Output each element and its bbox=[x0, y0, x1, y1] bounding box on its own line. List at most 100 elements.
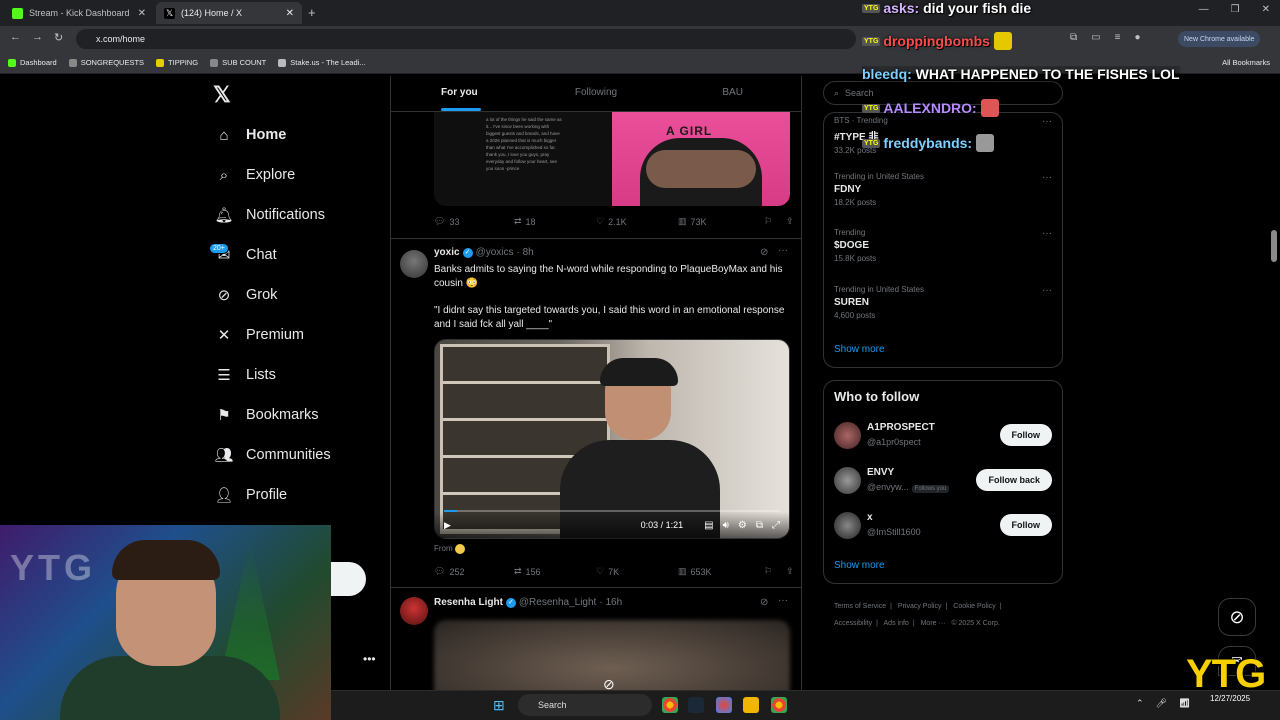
forward-icon[interactable]: → bbox=[32, 31, 43, 43]
more-icon[interactable]: ··· bbox=[1042, 172, 1052, 183]
trend-item[interactable]: Trending in United States SUREN 4,600 po… bbox=[834, 285, 1054, 320]
bookmark-stake[interactable]: Stake.us - The Leadi... bbox=[278, 58, 366, 67]
nav-lists[interactable]: ☰ Lists bbox=[212, 355, 276, 395]
taskbar-search[interactable]: Search bbox=[518, 694, 652, 716]
close-window-icon[interactable]: ✕ bbox=[1262, 4, 1270, 15]
volume-icon[interactable]: 🔊︎ bbox=[723, 520, 729, 531]
nav-profile[interactable]: 👤︎ Profile bbox=[212, 475, 287, 515]
repost-button[interactable]: ⇄ 18 bbox=[514, 216, 596, 227]
fullscreen-icon[interactable]: ⤢ bbox=[772, 520, 780, 531]
follow-suggestion[interactable]: x @ImStill1600 Follow bbox=[834, 510, 1054, 546]
follow-suggestion[interactable]: A1PROSPECT @a1pr0spect Follow bbox=[834, 420, 1054, 456]
avatar[interactable] bbox=[834, 467, 861, 494]
close-icon[interactable]: ✕ bbox=[138, 8, 146, 19]
tabsearch-icon[interactable]: ≡ bbox=[1115, 32, 1121, 43]
steam-icon[interactable] bbox=[688, 697, 704, 713]
footer-link[interactable]: Privacy Policy bbox=[898, 603, 942, 610]
footer-link[interactable]: Terms of Service bbox=[834, 603, 886, 610]
reload-icon[interactable]: ↻ bbox=[54, 31, 63, 44]
pip-icon[interactable]: ⧉ bbox=[756, 520, 763, 531]
follow-button[interactable]: Follow bbox=[999, 514, 1052, 536]
share-icon[interactable]: ⇪ bbox=[786, 566, 794, 577]
avatar[interactable] bbox=[834, 512, 861, 539]
new-tab-button[interactable]: + bbox=[308, 5, 316, 20]
avatar[interactable] bbox=[834, 422, 861, 449]
footer-link[interactable]: Cookie Policy bbox=[953, 603, 995, 610]
footer-link[interactable]: Ads info bbox=[884, 620, 909, 627]
chrome-icon[interactable] bbox=[662, 697, 678, 713]
trend-item[interactable]: Trending $DOGE 15.8K posts ··· bbox=[834, 228, 1054, 263]
more-icon[interactable]: ··· bbox=[778, 245, 788, 256]
profile-avatar[interactable]: ● bbox=[1134, 32, 1140, 43]
grok-icon[interactable]: ⊘ bbox=[760, 597, 768, 608]
chevron-up-icon[interactable]: ⌃ bbox=[1136, 698, 1144, 709]
share-icon[interactable]: ⇪ bbox=[786, 216, 794, 227]
author-name[interactable]: yoxic bbox=[434, 247, 460, 258]
follow-suggestion[interactable]: ENVY @envyw... Follows you Follow back bbox=[834, 465, 1054, 501]
like-button[interactable]: ♡ 2.1K bbox=[596, 216, 678, 227]
nav-communities[interactable]: 👥︎ Communities bbox=[212, 435, 330, 475]
sidepanel-icon[interactable]: ▭ bbox=[1091, 32, 1100, 43]
play-icon[interactable]: ▶ bbox=[444, 520, 451, 531]
url-bar[interactable]: x.com/home bbox=[76, 29, 856, 49]
nav-notifications[interactable]: 🔔︎ Notifications bbox=[212, 195, 325, 235]
nav-grok[interactable]: ⊘ Grok bbox=[212, 275, 278, 315]
tab-x-home[interactable]: 𝕏 (124) Home / X ✕ bbox=[156, 2, 302, 24]
author-handle[interactable]: @yoxics bbox=[476, 247, 514, 258]
more-icon[interactable]: ••• bbox=[363, 652, 376, 666]
all-bookmarks-button[interactable]: All Bookmarks bbox=[1222, 58, 1270, 67]
like-button[interactable]: ♡ 7K bbox=[596, 566, 678, 577]
bookmark-songrequests[interactable]: SONGREQUESTS bbox=[68, 58, 144, 67]
avatar[interactable] bbox=[400, 597, 428, 625]
scrollbar-thumb[interactable] bbox=[1271, 230, 1277, 262]
nav-premium[interactable]: ✕ Premium bbox=[212, 315, 304, 355]
minimize-icon[interactable]: — bbox=[1199, 4, 1209, 15]
captions-icon[interactable]: ▤ bbox=[704, 520, 713, 531]
show-more-trends-link[interactable]: Show more bbox=[834, 344, 885, 355]
maximize-icon[interactable]: ❐ bbox=[1231, 4, 1240, 15]
chrome-alt-icon[interactable] bbox=[716, 697, 732, 713]
author-name[interactable]: Resenha Light bbox=[434, 597, 503, 608]
file-explorer-icon[interactable] bbox=[743, 697, 759, 713]
chrome-icon[interactable] bbox=[771, 697, 787, 713]
trend-item[interactable]: Trending in United States FDNY 18.2K pos… bbox=[834, 172, 1054, 207]
more-icon[interactable]: ··· bbox=[1042, 228, 1052, 239]
nav-explore[interactable]: ⌕ Explore bbox=[212, 155, 295, 195]
tweet-time[interactable]: · 8h bbox=[517, 247, 534, 258]
bookmark-button[interactable]: ⚐ bbox=[764, 216, 786, 227]
views-button[interactable]: ▥ 653K bbox=[678, 566, 764, 577]
source-avatar[interactable] bbox=[454, 544, 465, 554]
more-icon[interactable]: ··· bbox=[1042, 116, 1052, 127]
footer-link[interactable]: Accessibility bbox=[834, 620, 872, 627]
grok-icon[interactable]: ⊘ bbox=[760, 247, 768, 258]
settings-icon[interactable]: ⚙ bbox=[738, 520, 747, 531]
reply-button[interactable]: 💬︎ 252 bbox=[434, 566, 514, 577]
repost-button[interactable]: ⇄ 156 bbox=[514, 566, 596, 577]
nav-home[interactable]: ⌂ Home bbox=[212, 115, 286, 155]
wifi-icon[interactable]: 📶︎ bbox=[1179, 698, 1190, 709]
grok-float-button[interactable]: ⊘ bbox=[1218, 598, 1256, 636]
bookmark-dashboard[interactable]: Dashboard bbox=[8, 58, 57, 67]
views-button[interactable]: ▥ 73K bbox=[678, 216, 764, 227]
tab-for-you[interactable]: For you bbox=[391, 76, 528, 111]
bookmark-button[interactable]: ⚐ bbox=[764, 566, 786, 577]
x-logo-icon[interactable]: 𝕏 bbox=[213, 82, 231, 108]
extensions-icon[interactable]: ⧉ bbox=[1070, 32, 1077, 43]
author-handle[interactable]: @Resenha_Light bbox=[519, 597, 596, 608]
follow-button[interactable]: Follow bbox=[999, 424, 1052, 446]
avatar[interactable] bbox=[400, 250, 428, 278]
bookmark-sub-count[interactable]: SUB COUNT bbox=[210, 58, 266, 67]
windows-start-icon[interactable]: ⊞ bbox=[493, 697, 505, 714]
tweet-time[interactable]: · 16h bbox=[599, 597, 622, 608]
footer-link[interactable]: More ··· bbox=[921, 620, 946, 627]
mic-icon[interactable]: 🎤︎ bbox=[1156, 698, 1167, 709]
reply-button[interactable]: 💬︎ 33 bbox=[434, 216, 514, 227]
tab-kick-dashboard[interactable]: Stream - Kick Dashboard ✕ bbox=[4, 2, 154, 24]
more-icon[interactable]: ··· bbox=[1042, 285, 1052, 296]
new-chrome-available-button[interactable]: New Chrome available bbox=[1178, 31, 1261, 47]
follow-back-button[interactable]: Follow back bbox=[976, 469, 1052, 491]
tab-bau[interactable]: BAU bbox=[664, 76, 801, 111]
show-more-follow-link[interactable]: Show more bbox=[834, 560, 885, 571]
nav-bookmarks[interactable]: ⚑ Bookmarks bbox=[212, 395, 318, 435]
nav-chat[interactable]: ✉ Chat bbox=[212, 235, 277, 275]
